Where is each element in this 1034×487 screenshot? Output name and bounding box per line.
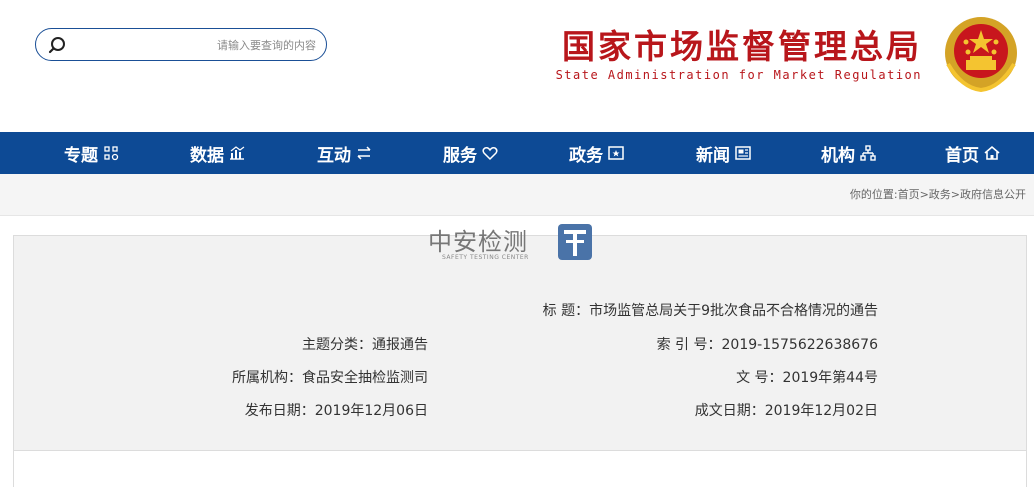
doc-number-value: 2019年第44号	[782, 370, 878, 386]
doc-title-field: 标 题：市场监管总局关于9批次食品不合格情况的通告	[543, 300, 878, 320]
watermark: 中安检测 SAFETY TESTING CENTER	[428, 222, 598, 268]
doc-org-field: 所属机构：食品安全抽检监测司	[232, 367, 428, 387]
header: 国家市场监督管理总局 State Administration for Mark…	[0, 0, 1034, 132]
watermark-name: 中安检测	[428, 228, 528, 256]
exchange-icon	[357, 146, 371, 160]
doc-title-label: 标 题：	[542, 303, 590, 319]
home-icon	[984, 145, 1000, 160]
doc-org-value: 食品安全抽检监测司	[302, 370, 428, 386]
nav-label: 服务	[443, 145, 477, 166]
watermark-logo-icon	[558, 224, 592, 260]
nav-item-service[interactable]: 服务	[443, 132, 503, 174]
site-title: 国家市场监督管理总局	[562, 27, 922, 66]
org-icon	[860, 145, 876, 161]
nav-label: 首页	[945, 145, 979, 166]
news-icon	[735, 146, 751, 160]
data-icon	[230, 146, 245, 160]
nav-item-news[interactable]: 新闻	[696, 132, 756, 174]
doc-publish-date-label: 发布日期：	[244, 403, 315, 419]
doc-title-value: 市场监管总局关于9批次食品不合格情况的通告	[589, 303, 878, 319]
breadcrumb: 你的位置:首页>政务>政府信息公开	[0, 174, 1034, 216]
doc-number-field: 文 号：2019年第44号	[736, 367, 878, 387]
doc-publish-date-value: 2019年12月06日	[314, 403, 428, 419]
nav-item-interact[interactable]: 互动	[317, 132, 377, 174]
doc-index-field: 索 引 号：2019-1575622638676	[657, 334, 878, 354]
search-input[interactable]	[76, 34, 316, 56]
breadcrumb-text[interactable]: 你的位置:首页>政务>政府信息公开	[850, 186, 1026, 202]
heart-icon	[482, 147, 498, 161]
nav-label: 新闻	[696, 145, 730, 166]
doc-topic-value: 通报通告	[372, 337, 428, 353]
nav-item-org[interactable]: 机构	[821, 132, 881, 174]
nav-label: 政务	[569, 145, 603, 166]
doc-topic-label: 主题分类：	[302, 337, 372, 353]
doc-written-date-field: 成文日期：2019年12月02日	[695, 400, 878, 420]
nav-item-home[interactable]: 首页	[945, 132, 1005, 174]
gov-icon	[608, 146, 624, 160]
doc-written-date-label: 成文日期：	[694, 403, 765, 419]
nav-label: 互动	[317, 145, 351, 166]
doc-publish-date-field: 发布日期：2019年12月06日	[245, 400, 428, 420]
content-area	[13, 451, 1027, 487]
doc-number-label: 文 号：	[736, 370, 783, 386]
doc-index-value: 2019-1575622638676	[721, 337, 878, 353]
nav-label: 机构	[821, 145, 855, 166]
doc-written-date-value: 2019年12月02日	[764, 403, 878, 419]
nav-label: 数据	[190, 145, 224, 166]
nav-item-gov[interactable]: 政务	[569, 132, 629, 174]
watermark-english: SAFETY TESTING CENTER	[442, 254, 529, 261]
national-emblem-icon	[945, 17, 1017, 92]
nav-label: 专题	[64, 145, 98, 166]
main-nav: 首页 机构 新闻 政务 服务 互动 数据 专题	[0, 132, 1034, 174]
doc-index-label: 索 引 号：	[656, 337, 722, 353]
search-box[interactable]	[35, 28, 327, 61]
search-icon[interactable]	[48, 35, 68, 55]
doc-org-label: 所属机构：	[232, 370, 302, 386]
site-subtitle: State Administration for Market Regulati…	[555, 68, 922, 82]
nav-item-data[interactable]: 数据	[190, 132, 250, 174]
doc-topic-field: 主题分类：通报通告	[302, 334, 428, 354]
brand: 国家市场监督管理总局 State Administration for Mark…	[520, 14, 1020, 94]
nav-item-topic[interactable]: 专题	[64, 132, 124, 174]
topic-icon	[104, 146, 119, 161]
